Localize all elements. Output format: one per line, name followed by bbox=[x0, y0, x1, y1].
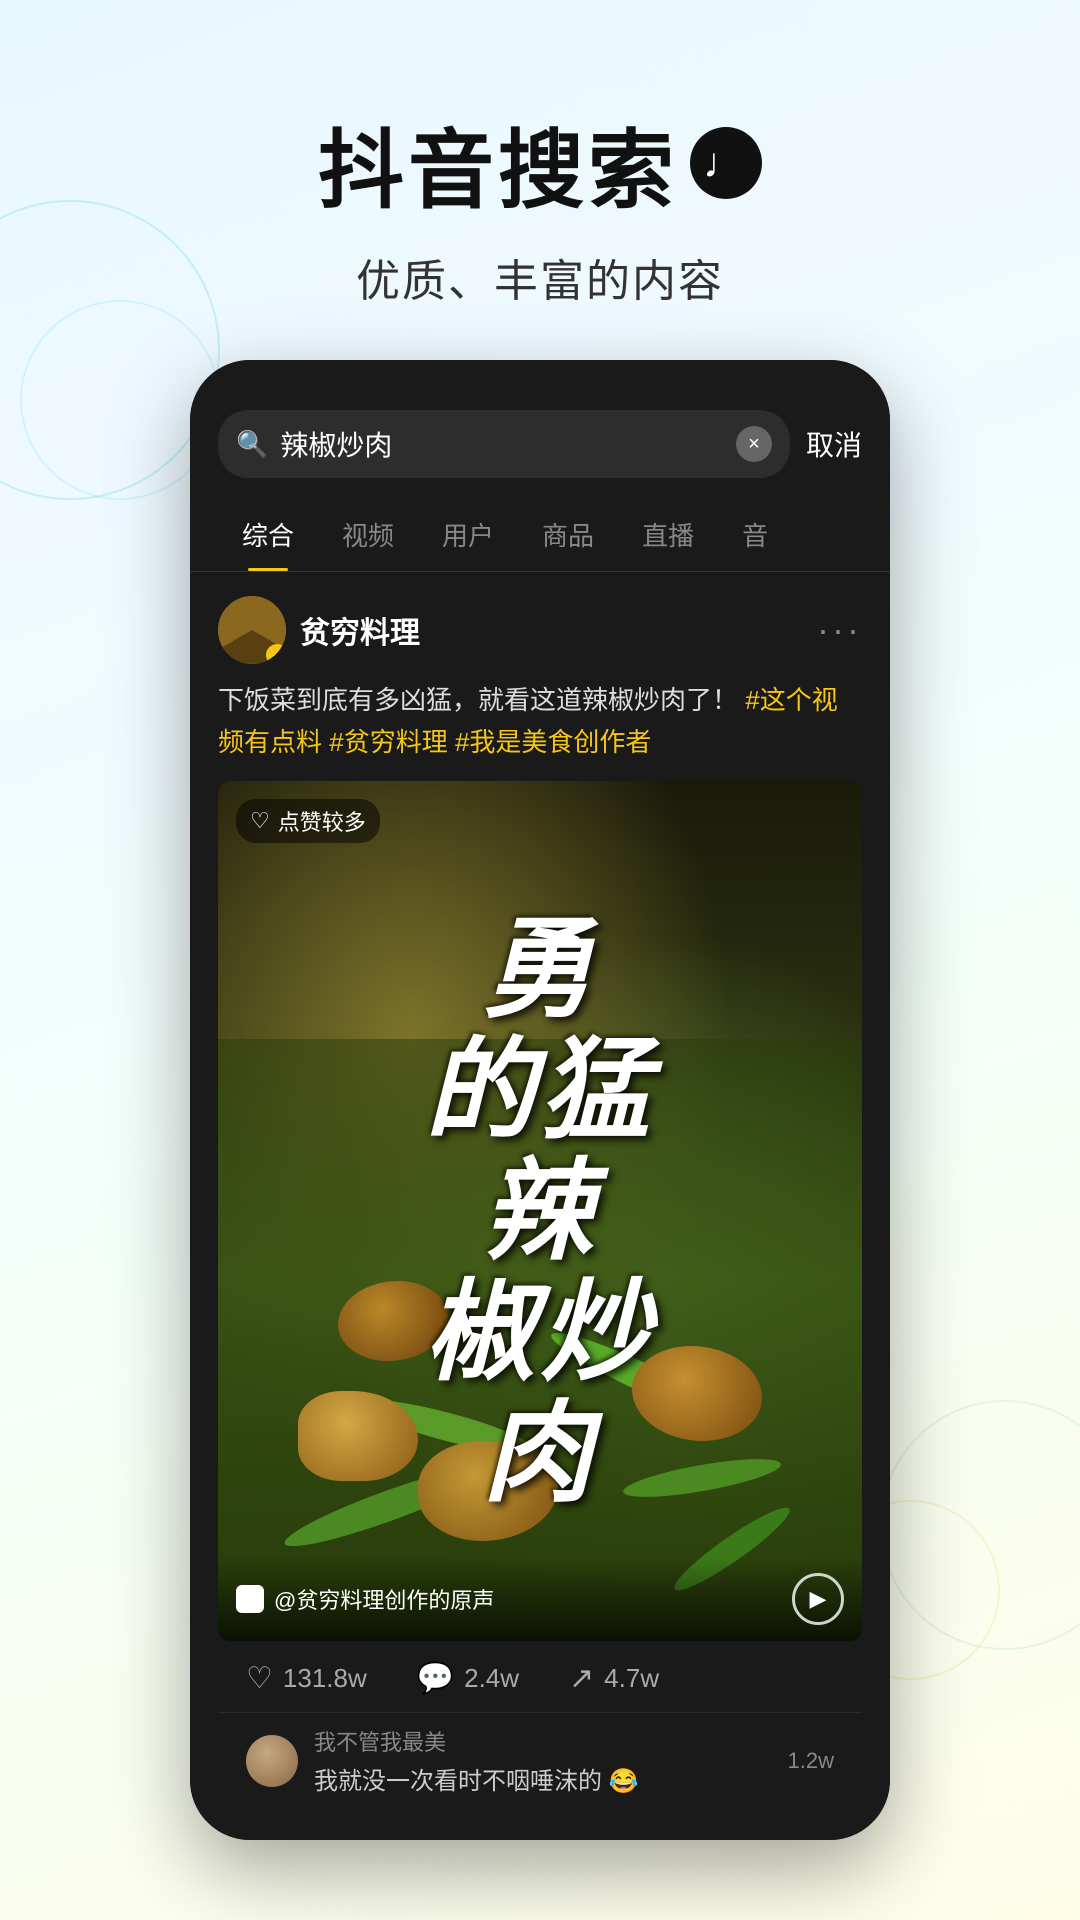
shares-count: 4.7w bbox=[604, 1663, 659, 1694]
post-description: 下饭菜到底有多凶猛，就看这道辣椒炒肉了！ #这个视频有点料 #贫穷料理 #我是美… bbox=[218, 680, 862, 763]
heart-icon: ♡ bbox=[250, 808, 270, 834]
commenter-name: 我不管我最美 bbox=[314, 1725, 772, 1757]
video-thumbnail[interactable]: 勇的猛辣椒炒肉 ♡ 点赞较多 ♩ @贫穷料理创作的原声 bbox=[218, 781, 862, 1641]
hashtag-2[interactable]: #贫穷料理 bbox=[329, 727, 447, 757]
phone-mockup: 🔍 辣椒炒肉 × 取消 综合 视频 用户 商品 直播 bbox=[190, 360, 890, 1840]
comments-stat[interactable]: 💬 2.4w bbox=[417, 1661, 519, 1696]
play-button[interactable]: ▶ bbox=[792, 1573, 844, 1625]
comment-content: 我不管我最美 我就没一次看时不咽唾沫的 😂 bbox=[314, 1725, 772, 1796]
clear-icon: × bbox=[748, 433, 760, 456]
post-header: ✓ 贫穷料理 ··· bbox=[218, 596, 862, 664]
likes-stat[interactable]: ♡ 131.8w bbox=[246, 1661, 367, 1696]
heart-stat-icon: ♡ bbox=[246, 1661, 273, 1696]
comment-count: 1.2w bbox=[788, 1748, 834, 1774]
post-description-text: 下饭菜到底有多凶猛，就看这道辣椒炒肉了！ bbox=[218, 685, 738, 715]
share-stat-icon: ↗ bbox=[569, 1661, 594, 1696]
comments-count: 2.4w bbox=[464, 1663, 519, 1694]
likes-count: 131.8w bbox=[283, 1663, 367, 1694]
stats-row: ♡ 131.8w 💬 2.4w ↗ 4.7w bbox=[218, 1641, 862, 1712]
subtitle-text: 优质、丰富的内容 bbox=[0, 245, 1080, 309]
tiktok-logo-icon: ♩ bbox=[690, 127, 762, 199]
tab-live[interactable]: 直播 bbox=[618, 498, 718, 571]
search-icon: 🔍 bbox=[236, 429, 268, 460]
author-name[interactable]: 贫穷料理 bbox=[300, 608, 420, 652]
author-info: ✓ 贫穷料理 bbox=[218, 596, 420, 664]
comment-stat-icon: 💬 bbox=[417, 1661, 454, 1696]
video-overlay-text: 勇的猛辣椒炒肉 bbox=[425, 909, 655, 1514]
commenter-avatar bbox=[246, 1735, 298, 1787]
shares-stat[interactable]: ↗ 4.7w bbox=[569, 1661, 659, 1696]
header-section: 抖音搜索 ♩ 优质、丰富的内容 bbox=[0, 0, 1080, 309]
author-avatar: ✓ bbox=[218, 596, 286, 664]
tab-comprehensive[interactable]: 综合 bbox=[218, 498, 318, 571]
post-card: ✓ 贫穷料理 ··· 下饭菜到底有多凶猛，就看这道辣椒炒肉了！ #这个视频有点料… bbox=[190, 572, 890, 1808]
more-options-button[interactable]: ··· bbox=[817, 609, 862, 651]
comment-text: 我就没一次看时不咽唾沫的 😂 bbox=[314, 1761, 772, 1796]
content-area: ✓ 贫穷料理 ··· 下饭菜到底有多凶猛，就看这道辣椒炒肉了！ #这个视频有点料… bbox=[190, 572, 890, 1840]
search-bar-area: 🔍 辣椒炒肉 × 取消 bbox=[190, 360, 890, 498]
tab-product[interactable]: 商品 bbox=[518, 498, 618, 571]
audio-text: @贫穷料理创作的原声 bbox=[274, 1583, 494, 1615]
tiktok-small-icon: ♩ bbox=[236, 1585, 264, 1613]
search-query-text: 辣椒炒肉 bbox=[280, 424, 724, 464]
clear-search-button[interactable]: × bbox=[736, 426, 772, 462]
cancel-button[interactable]: 取消 bbox=[806, 424, 862, 464]
video-background: 勇的猛辣椒炒肉 bbox=[218, 781, 862, 1641]
tab-video[interactable]: 视频 bbox=[318, 498, 418, 571]
main-title-text: 抖音搜索 bbox=[318, 100, 678, 225]
phone-screen: 🔍 辣椒炒肉 × 取消 综合 视频 用户 商品 直播 bbox=[190, 360, 890, 1840]
search-input-box[interactable]: 🔍 辣椒炒肉 × bbox=[218, 410, 790, 478]
verified-badge: ✓ bbox=[266, 644, 286, 664]
video-bottom-bar: ♩ @贫穷料理创作的原声 ▶ bbox=[218, 1557, 862, 1641]
main-title-container: 抖音搜索 ♩ bbox=[0, 100, 1080, 225]
video-text-overlay: 勇的猛辣椒炒肉 bbox=[218, 781, 862, 1641]
likes-badge: ♡ 点赞较多 bbox=[236, 799, 380, 843]
hashtag-3[interactable]: #我是美食创作者 bbox=[455, 727, 651, 757]
comment-preview: 我不管我最美 我就没一次看时不咽唾沫的 😂 1.2w bbox=[218, 1712, 862, 1808]
tab-user[interactable]: 用户 bbox=[418, 498, 518, 571]
tabs-nav: 综合 视频 用户 商品 直播 音 bbox=[190, 498, 890, 572]
tab-audio[interactable]: 音 bbox=[718, 498, 792, 571]
audio-info: ♩ @贫穷料理创作的原声 bbox=[236, 1583, 494, 1615]
likes-badge-text: 点赞较多 bbox=[278, 805, 366, 837]
